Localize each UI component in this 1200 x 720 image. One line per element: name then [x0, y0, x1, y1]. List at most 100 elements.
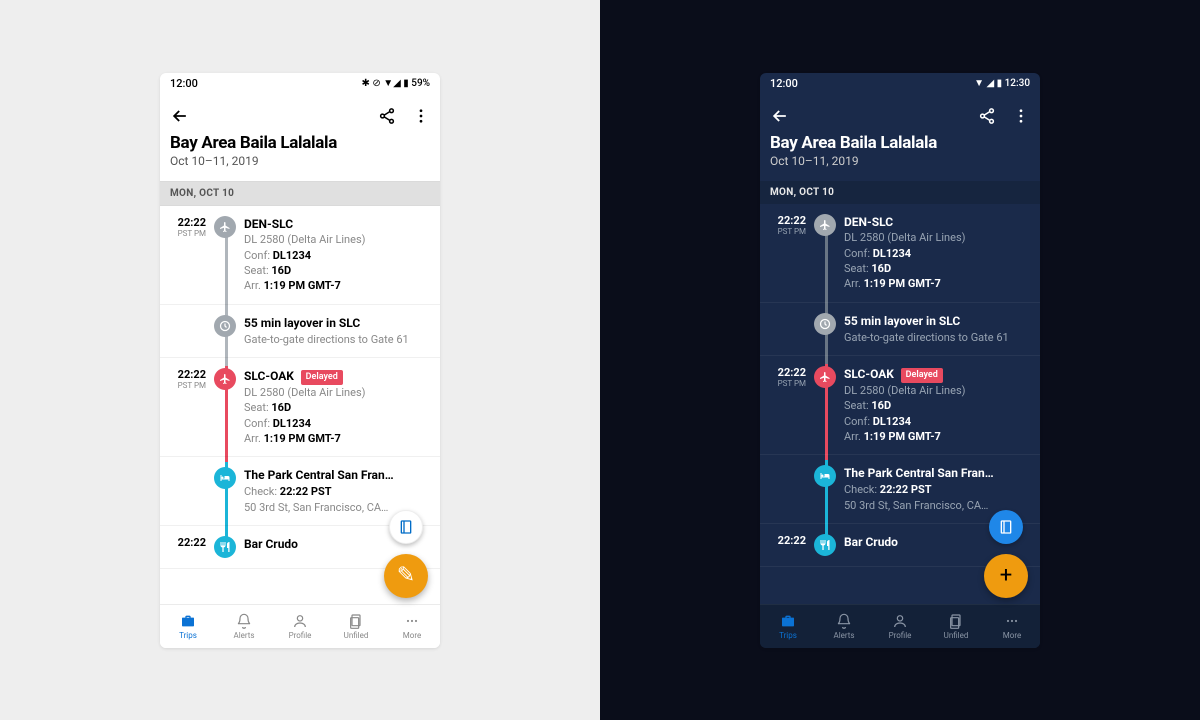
item-title: The Park Central San Fran…	[244, 467, 394, 484]
fork-icon	[814, 534, 836, 556]
item-detail: Gate-to-gate directions to Gate 61	[844, 330, 1030, 345]
item-detail: Gate-to-gate directions to Gate 61	[244, 332, 430, 347]
timeline-item[interactable]: 55 min layover in SLC Gate-to-gate direc…	[160, 305, 440, 358]
bottom-nav: Trips Alerts Profile Unfiled More	[760, 604, 1040, 648]
item-time	[160, 315, 206, 347]
fab-primary[interactable]: +	[984, 554, 1028, 598]
nav-more[interactable]: More	[984, 605, 1040, 648]
status-badge: Delayed	[301, 370, 343, 385]
page-title: Bay Area Baila Lalalala	[770, 133, 1030, 153]
briefcase-icon	[180, 613, 196, 629]
status-badge: Delayed	[901, 368, 943, 383]
item-time: 22:22PST PM	[160, 216, 206, 294]
fab-primary[interactable]: ✎	[384, 554, 428, 598]
section-header: MON, OCT 10	[760, 181, 1040, 204]
nav-unfiled[interactable]: Unfiled	[928, 605, 984, 648]
item-detail: Conf: DL1234	[244, 248, 430, 263]
doc-icon	[348, 613, 364, 629]
item-detail: Conf: DL1234	[244, 416, 430, 431]
status-time: 12:00	[170, 77, 198, 90]
person-icon	[892, 613, 908, 629]
item-detail: Arr. 1:19 PM GMT-7	[244, 278, 430, 293]
phone-dark-mode: 12:00 ▼ ◢ ▮ 12:30 Bay Area Baila Lalalal…	[760, 73, 1040, 648]
nav-trips[interactable]: Trips	[160, 605, 216, 648]
timeline-item[interactable]: 22:22PST PM DEN-SLC DL 2580 (Delta Air L…	[760, 204, 1040, 303]
timeline-item[interactable]: 22:22PST PM DEN-SLC DL 2580 (Delta Air L…	[160, 206, 440, 305]
item-detail: DL 2580 (Delta Air Lines)	[244, 385, 430, 400]
bed-icon	[214, 467, 236, 489]
item-title: DEN-SLC	[244, 216, 293, 233]
item-time: 22:22PST PM	[760, 366, 806, 444]
bell-icon	[236, 613, 252, 629]
item-time: 22:22	[160, 536, 206, 558]
item-time	[760, 313, 806, 345]
back-icon[interactable]	[170, 106, 190, 126]
item-detail: Seat: 16D	[844, 261, 1030, 276]
item-title: The Park Central San Fran…	[844, 465, 994, 482]
item-detail: Arr. 1:19 PM GMT-7	[844, 429, 1030, 444]
item-detail: Conf: DL1234	[844, 246, 1030, 261]
item-detail: Seat: 16D	[244, 263, 430, 278]
dots-icon	[1004, 613, 1020, 629]
item-detail: Arr. 1:19 PM GMT-7	[244, 431, 430, 446]
section-header: MON, OCT 10	[160, 181, 440, 206]
more-icon[interactable]	[412, 107, 430, 125]
back-icon[interactable]	[770, 106, 790, 126]
app-bar: Bay Area Baila Lalalala Oct 10–11, 2019	[760, 95, 1040, 178]
nav-trips[interactable]: Trips	[760, 605, 816, 648]
nav-more[interactable]: More	[384, 605, 440, 648]
plane-icon	[814, 366, 836, 388]
doc-icon	[948, 613, 964, 629]
share-icon[interactable]	[378, 107, 396, 125]
timeline-item[interactable]: 55 min layover in SLC Gate-to-gate direc…	[760, 303, 1040, 356]
status-bar: 12:00 ▼ ◢ ▮ 12:30	[760, 73, 1040, 95]
item-detail: DL 2580 (Delta Air Lines)	[844, 230, 1030, 245]
status-bar: 12:00 ✱ ⊘ ▼◢ ▮ 59%	[160, 73, 440, 95]
item-time	[760, 465, 806, 513]
person-icon	[292, 613, 308, 629]
bell-icon	[836, 613, 852, 629]
fab-secondary[interactable]	[389, 510, 423, 544]
bed-icon	[814, 465, 836, 487]
plane-icon	[214, 216, 236, 238]
status-time: 12:00	[770, 77, 798, 90]
page-title: Bay Area Baila Lalalala	[170, 133, 430, 153]
item-time: 22:22	[760, 534, 806, 556]
item-time: 22:22PST PM	[760, 214, 806, 292]
page-subtitle: Oct 10–11, 2019	[770, 154, 1030, 168]
nav-alerts[interactable]: Alerts	[816, 605, 872, 648]
item-time: 22:22PST PM	[160, 368, 206, 446]
share-icon[interactable]	[978, 107, 996, 125]
plane-icon	[214, 368, 236, 390]
item-detail: Seat: 16D	[244, 400, 430, 415]
app-bar: Bay Area Baila Lalalala Oct 10–11, 2019	[160, 95, 440, 178]
fork-icon	[214, 536, 236, 558]
fab-secondary[interactable]	[989, 510, 1023, 544]
nav-profile[interactable]: Profile	[272, 605, 328, 648]
plane-icon	[814, 214, 836, 236]
dots-icon	[404, 613, 420, 629]
item-detail: Conf: DL1234	[844, 414, 1030, 429]
item-detail: Seat: 16D	[844, 398, 1030, 413]
item-detail: DL 2580 (Delta Air Lines)	[844, 383, 1030, 398]
item-title: DEN-SLC	[844, 214, 893, 231]
timeline-item[interactable]: 22:22PST PM SLC-OAK Delayed DL 2580 (Del…	[160, 358, 440, 457]
status-indicators: ▼ ◢ ▮ 12:30	[974, 78, 1030, 89]
status-indicators: ✱ ⊘ ▼◢ ▮ 59%	[361, 78, 430, 89]
nav-unfiled[interactable]: Unfiled	[328, 605, 384, 648]
more-icon[interactable]	[1012, 107, 1030, 125]
item-detail: Check: 22:22 PST	[244, 484, 430, 499]
clock-icon	[214, 315, 236, 337]
item-title: SLC-OAK	[844, 366, 894, 383]
item-detail: Check: 22:22 PST	[844, 482, 1030, 497]
page-subtitle: Oct 10–11, 2019	[170, 154, 430, 168]
timeline-item[interactable]: 22:22PST PM SLC-OAK Delayed DL 2580 (Del…	[760, 356, 1040, 455]
item-title: SLC-OAK	[244, 368, 294, 385]
nav-profile[interactable]: Profile	[872, 605, 928, 648]
item-detail: Arr. 1:19 PM GMT-7	[844, 276, 1030, 291]
item-title: 55 min layover in SLC	[244, 315, 360, 332]
item-title: Bar Crudo	[244, 536, 298, 553]
nav-alerts[interactable]: Alerts	[216, 605, 272, 648]
item-title: 55 min layover in SLC	[844, 313, 960, 330]
item-detail: DL 2580 (Delta Air Lines)	[244, 232, 430, 247]
